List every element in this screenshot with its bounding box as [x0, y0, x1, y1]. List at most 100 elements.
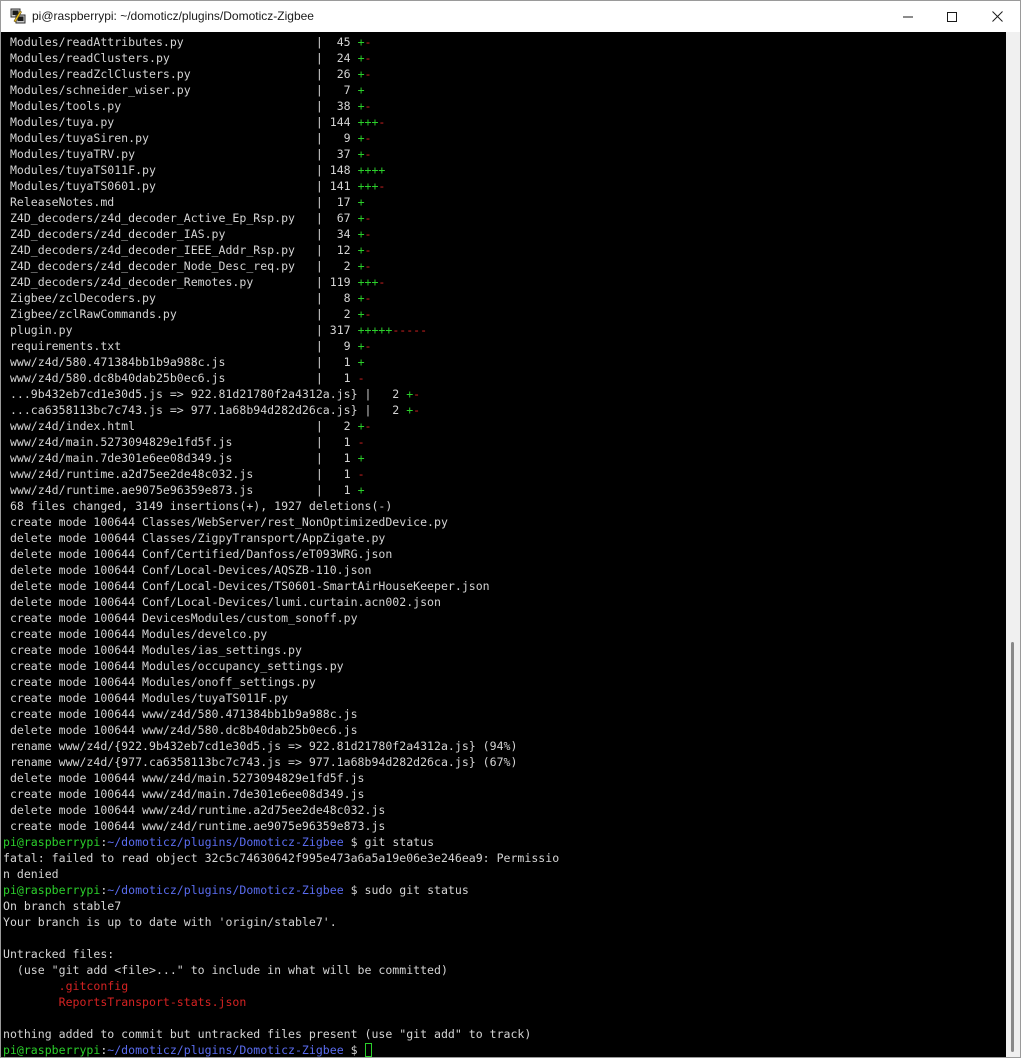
diffstat-count: 9 — [322, 131, 358, 145]
maximize-button[interactable] — [929, 1, 975, 32]
prompt-symbol: $ — [343, 1043, 365, 1057]
diffstat-insertions: +++ — [357, 115, 379, 129]
diffstat-line: Z4D_decoders/z4d_decoder_IEEE_Addr_Rsp.p… — [3, 243, 372, 257]
error-text: n denied — [3, 867, 59, 881]
mode-line: delete mode 100644 Classes/ZigpyTranspor… — [3, 530, 559, 546]
diffstat-file: requirements.txt — [3, 339, 316, 353]
diffstat-deletions: - — [364, 419, 372, 433]
diffstat-line: Modules/tuyaTS0601.py | 141 +++- — [3, 179, 386, 193]
diffstat-line: Modules/schneider_wiser.py | 7 + — [3, 83, 365, 97]
scrollbar-thumb[interactable] — [1011, 642, 1014, 1052]
diffstat-deletions: - — [364, 243, 372, 257]
mode-line: delete mode 100644 Conf/Certified/Danfos… — [3, 546, 559, 562]
diffstat-line: plugin.py | 317 +++++----- — [3, 323, 428, 337]
close-button[interactable] — [974, 1, 1020, 32]
uptodate-text: Your branch is up to date with 'origin/s… — [3, 915, 337, 929]
diffstat-file: Modules/tuyaSiren.py — [3, 131, 316, 145]
diffstat-insertions: + — [357, 483, 365, 497]
mode-text: delete mode 100644 www/z4d/main.52730948… — [3, 771, 365, 785]
mode-line: create mode 100644 Modules/onoff_setting… — [3, 674, 559, 690]
title-bar[interactable]: pi@raspberrypi: ~/domoticz/plugins/Domot… — [1, 1, 1020, 32]
minimize-button[interactable] — [885, 1, 931, 32]
diffstat-insertions: + — [357, 243, 365, 257]
mode-text: create mode 100644 www/z4d/580.471384bb1… — [3, 707, 358, 721]
diffstat-insertions: + — [357, 83, 365, 97]
diffstat-deletions: - — [364, 339, 372, 353]
status-line: On branch stable7 — [3, 898, 559, 914]
mode-text: delete mode 100644 www/z4d/runtime.a2d75… — [3, 803, 386, 817]
terminal-window: pi@raspberrypi: ~/domoticz/plugins/Domot… — [0, 0, 1021, 1058]
diffstat-file: Zigbee/zclDecoders.py — [3, 291, 316, 305]
diffstat-line: ...9b432eb7cd1e30d5.js => 922.81d21780f2… — [3, 387, 421, 401]
shell-prompt-line: pi@raspberrypi:~/domoticz/plugins/Domoti… — [3, 882, 559, 898]
diffstat-insertions: +++ — [357, 275, 379, 289]
diffstat-separator — [358, 387, 365, 401]
diffstat-file: Modules/readAttributes.py — [3, 35, 316, 49]
diffstat-deletions: - — [378, 275, 386, 289]
diffstat-count: 7 — [322, 83, 358, 97]
diffstat-deletions: - — [364, 35, 372, 49]
diffstat-line: Zigbee/zclDecoders.py | 8 +- — [3, 291, 372, 305]
diffstat-insertions: + — [357, 51, 365, 65]
hint-text: (use "git add <file>..." to include in w… — [3, 963, 448, 977]
diffstat-count: 38 — [322, 99, 358, 113]
prompt-user-host: pi@raspberrypi — [3, 883, 101, 897]
diffstat-file: Modules/readClusters.py — [3, 51, 316, 65]
diffstat-line: www/z4d/index.html | 2 +- — [3, 419, 372, 433]
diffstat-file: ...ca6358113bc7c743.js => 977.1a68b94d28… — [3, 403, 358, 417]
minimize-icon — [903, 16, 913, 17]
untracked-file: ReportsTransport-stats.json — [58, 995, 247, 1009]
diffstat-deletions: - — [364, 307, 372, 321]
shell-command: git status — [364, 835, 435, 849]
diffstat-file: ...9b432eb7cd1e30d5.js => 922.81d21780f2… — [3, 387, 358, 401]
diffstat-count: 2 — [371, 387, 407, 401]
diffstat-file: www/z4d/index.html — [3, 419, 316, 433]
diffstat-file: Z4D_decoders/z4d_decoder_IEEE_Addr_Rsp.p… — [3, 243, 316, 257]
vertical-scrollbar[interactable] — [1006, 32, 1020, 1057]
untracked-file-line: .gitconfig — [3, 978, 559, 994]
diffstat-insertions: + — [357, 211, 365, 225]
diffstat-deletions: - — [413, 403, 421, 417]
mode-text: delete mode 100644 Conf/Local-Devices/lu… — [3, 595, 441, 609]
diffstat-deletions: - — [364, 67, 372, 81]
diffstat-count: 1 — [322, 435, 358, 449]
prompt-path: ~/domoticz/plugins/Domoticz-Zigbee — [107, 883, 344, 897]
mode-text: create mode 100644 Modules/ias_settings.… — [3, 643, 302, 657]
mode-text: create mode 100644 DevicesModules/custom… — [3, 611, 358, 625]
diffstat-line: www/z4d/580.471384bb1b9a988c.js | 1 + — [3, 355, 365, 369]
diffstat-deletions: - — [413, 387, 421, 401]
mode-line: delete mode 100644 www/z4d/runtime.a2d75… — [3, 802, 559, 818]
diffstat-line: www/z4d/runtime.ae9075e96359e873.js | 1 … — [3, 483, 365, 497]
close-icon — [991, 11, 1003, 22]
mode-line: create mode 100644 Classes/WebServer/res… — [3, 514, 559, 530]
mode-line: create mode 100644 Modules/ias_settings.… — [3, 642, 559, 658]
diffstat-count: 67 — [322, 211, 358, 225]
diffstat-file: Modules/readZclClusters.py — [3, 67, 316, 81]
diffstat-count: 317 — [322, 323, 358, 337]
diffstat-file: www/z4d/main.7de301e6ee08d349.js — [3, 451, 316, 465]
prompt-symbol: $ — [343, 883, 365, 897]
mode-text: delete mode 100644 www/z4d/580.dc8b40dab… — [3, 723, 358, 737]
summary-text: 68 files changed, 3149 insertions(+), 19… — [3, 499, 393, 513]
diffstat-count: 37 — [322, 147, 358, 161]
diffstat-file: www/z4d/runtime.ae9075e96359e873.js — [3, 483, 316, 497]
diffstat-deletions: ----- — [392, 323, 428, 337]
error-text: fatal: failed to read object 32c5c746306… — [3, 851, 560, 865]
terminal-output[interactable]: Modules/readAttributes.py | 45 +- Module… — [1, 32, 1006, 1057]
diffstat-count: 1 — [322, 451, 358, 465]
diffstat-deletions: - — [364, 291, 372, 305]
mode-text: create mode 100644 Modules/tuyaTS011F.py — [3, 691, 289, 705]
diffstat-line: Modules/tuyaTRV.py | 37 +- — [3, 147, 372, 161]
shell-prompt-line: pi@raspberrypi:~/domoticz/plugins/Domoti… — [3, 834, 559, 850]
diffstat-deletions: - — [364, 211, 372, 225]
status-line: Your branch is up to date with 'origin/s… — [3, 914, 559, 930]
diffstat-line: Z4D_decoders/z4d_decoder_IAS.py | 34 +- — [3, 227, 372, 241]
diffstat-separator — [358, 403, 365, 417]
diffstat-file: Z4D_decoders/z4d_decoder_Active_Ep_Rsp.p… — [3, 211, 316, 225]
diffstat-count: 17 — [322, 195, 358, 209]
untracked-header: Untracked files: — [3, 947, 115, 961]
prompt-user-host: pi@raspberrypi — [3, 835, 101, 849]
diffstat-file: Modules/tuyaTRV.py — [3, 147, 316, 161]
text-cursor — [364, 1043, 372, 1057]
